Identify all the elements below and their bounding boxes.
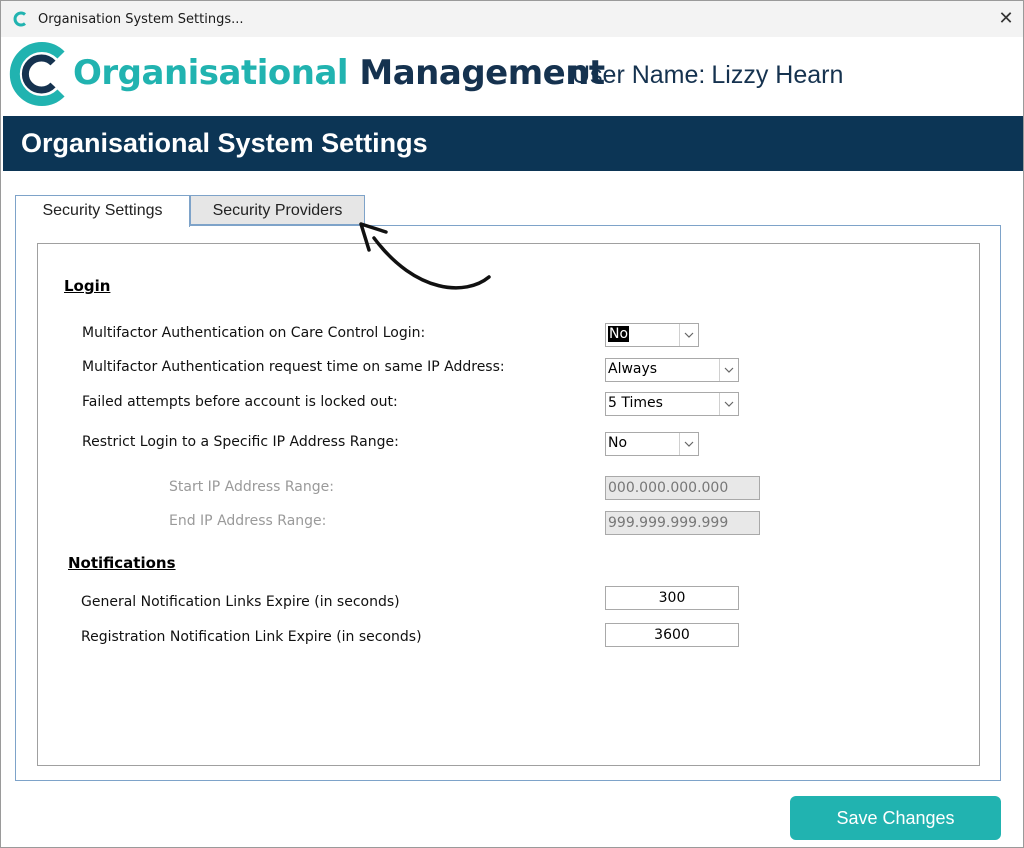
mfa-ip-label: Multifactor Authentication request time …: [82, 359, 505, 375]
settings-panel: [37, 243, 980, 766]
chevron-down-icon: [679, 324, 698, 346]
brand-name-part1: Organisational: [73, 53, 349, 93]
mfa-ip-select[interactable]: Always: [605, 358, 739, 382]
failed-attempts-value: 5 Times: [608, 395, 663, 411]
mfa-login-select[interactable]: No: [605, 323, 699, 347]
user-name-value: Lizzy Hearn: [711, 61, 844, 89]
end-ip-label: End IP Address Range:: [169, 513, 327, 529]
close-icon[interactable]: ✕: [997, 9, 1015, 27]
restrict-ip-value: No: [608, 435, 628, 451]
restrict-ip-select[interactable]: No: [605, 432, 699, 456]
user-name-label: User Name:: [572, 61, 706, 89]
brand-name: Organisational Management: [73, 53, 605, 93]
chevron-down-icon: [679, 433, 698, 455]
app-logo-icon: [13, 11, 26, 27]
start-ip-value: 000.000.000.000: [608, 480, 729, 496]
login-heading: Login: [64, 277, 111, 295]
end-ip-field[interactable]: 999.999.999.999: [605, 511, 760, 535]
start-ip-label: Start IP Address Range:: [169, 479, 334, 495]
end-ip-value: 999.999.999.999: [608, 515, 729, 531]
settings-window: Organisation System Settings... ✕ Organi…: [0, 0, 1024, 848]
general-expire-field[interactable]: 300: [605, 586, 739, 610]
chevron-down-icon: [719, 359, 738, 381]
registration-expire-label: Registration Notification Link Expire (i…: [81, 629, 422, 645]
chevron-down-icon: [719, 393, 738, 415]
title-bar: Organisation System Settings... ✕: [1, 1, 1023, 37]
registration-expire-value: 3600: [654, 627, 690, 643]
brand-name-part2: Management: [359, 53, 605, 93]
window-title: Organisation System Settings...: [38, 12, 244, 27]
curved-arrow-icon: [359, 222, 491, 290]
notifications-heading: Notifications: [68, 554, 176, 572]
mfa-ip-value: Always: [608, 361, 658, 377]
general-expire-value: 300: [658, 590, 686, 606]
tab-security-settings[interactable]: Security Settings: [15, 195, 190, 227]
failed-attempts-label: Failed attempts before account is locked…: [82, 394, 398, 410]
start-ip-field[interactable]: 000.000.000.000: [605, 476, 760, 500]
registration-expire-field[interactable]: 3600: [605, 623, 739, 647]
page-title: Organisational System Settings: [21, 128, 428, 158]
page-banner: Organisational System Settings: [3, 116, 1023, 171]
failed-attempts-select[interactable]: 5 Times: [605, 392, 739, 416]
restrict-ip-label: Restrict Login to a Specific IP Address …: [82, 434, 399, 450]
user-name-display: User Name: Lizzy Hearn: [572, 61, 843, 90]
mfa-login-label: Multifactor Authentication on Care Contr…: [82, 325, 426, 341]
general-expire-label: General Notification Links Expire (in se…: [81, 594, 400, 610]
tab-security-providers[interactable]: Security Providers: [190, 195, 365, 225]
save-changes-button[interactable]: Save Changes: [790, 796, 1001, 840]
brand-logo-icon: [9, 42, 65, 106]
mfa-login-value: No: [608, 326, 630, 342]
